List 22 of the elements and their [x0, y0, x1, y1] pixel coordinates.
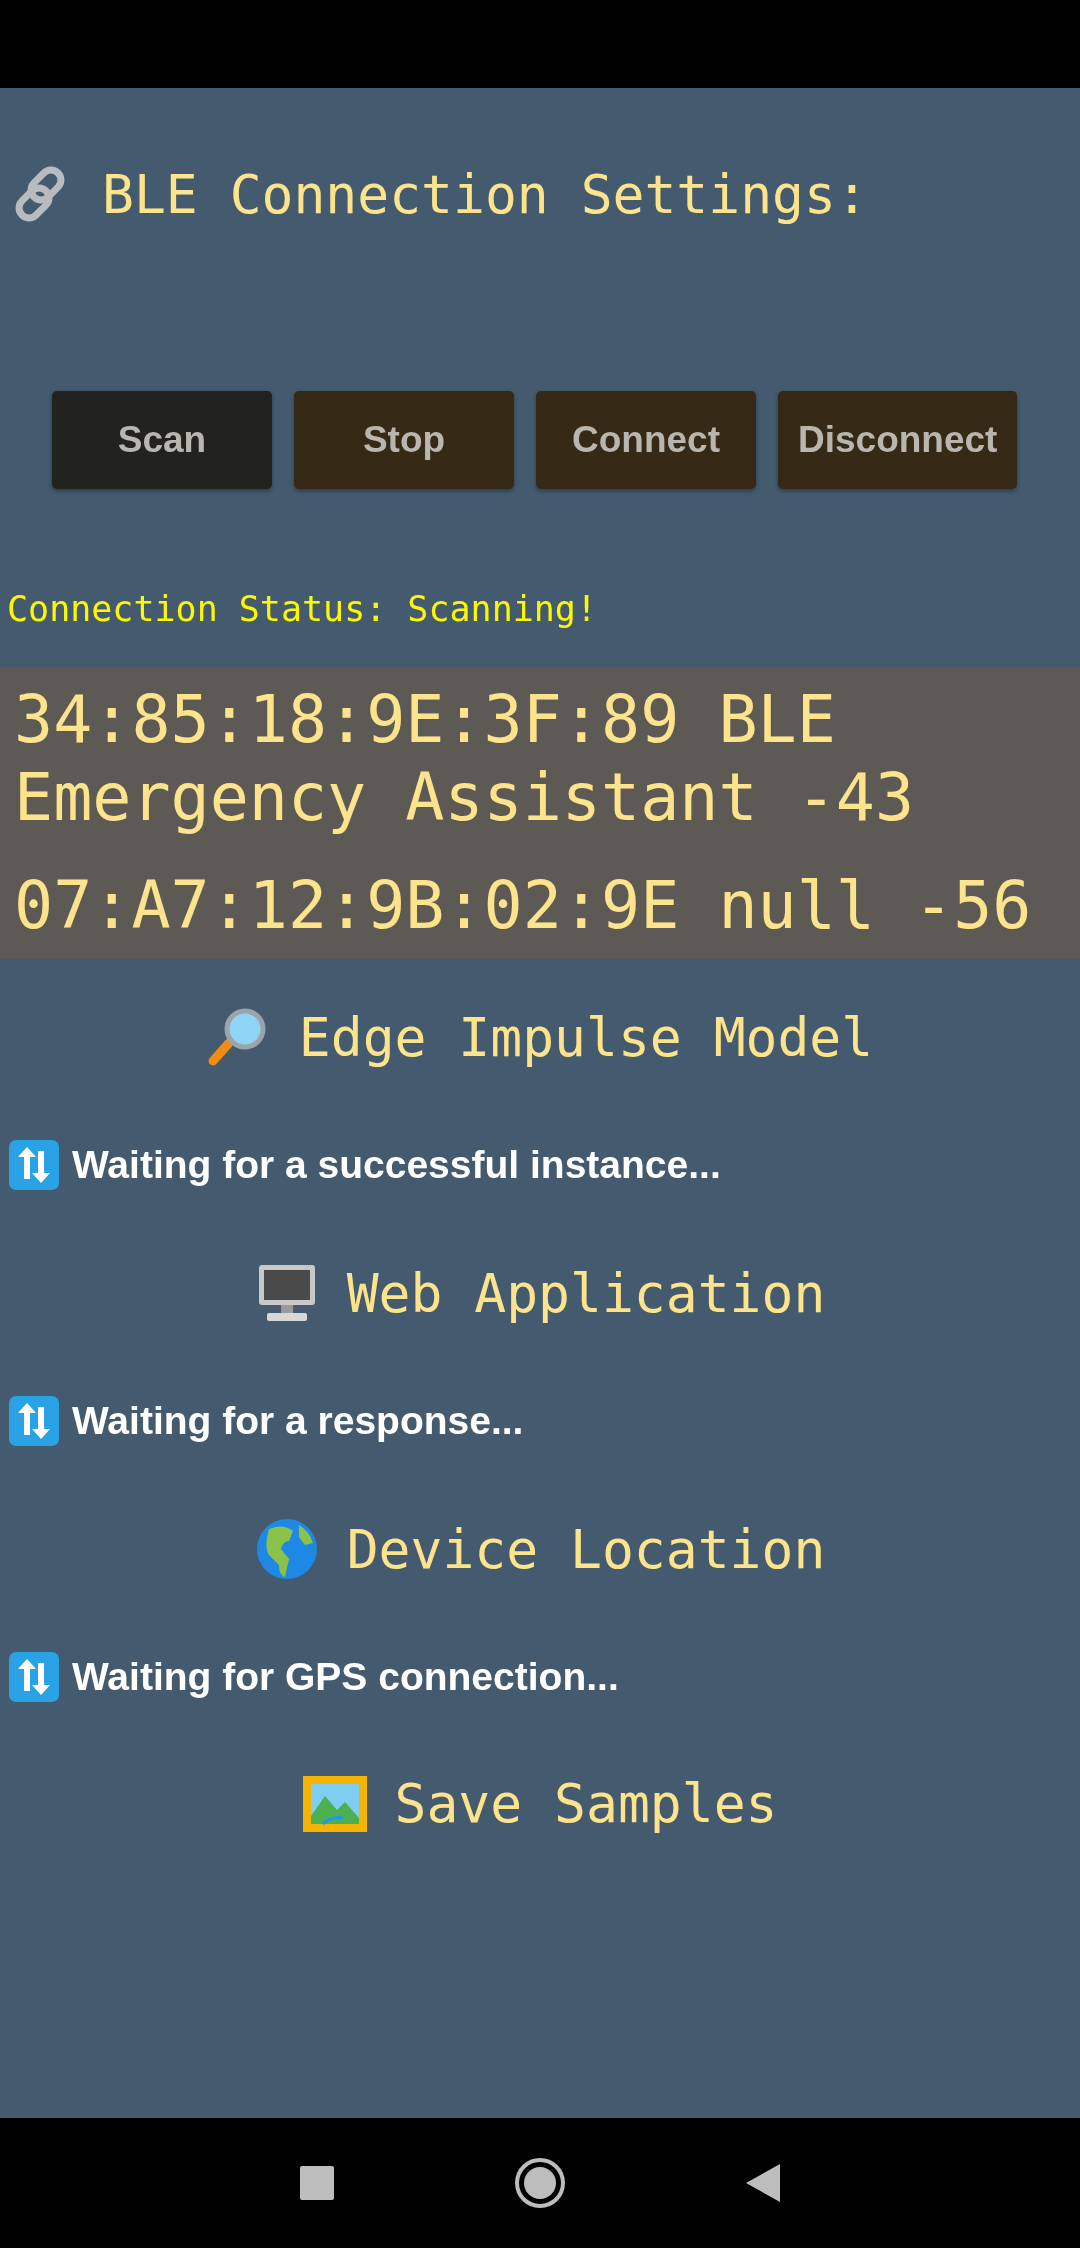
section-heading: BLE Connection Settings:	[102, 163, 868, 225]
refresh-icon	[8, 1651, 60, 1703]
status-message: Waiting for GPS connection...	[72, 1655, 619, 1699]
device-entry[interactable]: 07:A7:12:9B:02:9E null -56	[14, 867, 1080, 945]
framed-picture-icon	[302, 1775, 367, 1832]
refresh-icon	[8, 1395, 60, 1447]
home-button[interactable]	[514, 2157, 566, 2209]
globe-icon	[254, 1517, 319, 1581]
refresh-icon	[8, 1139, 60, 1191]
section-heading: Save Samples	[394, 1773, 778, 1834]
action-button[interactable]: Connect	[536, 391, 756, 489]
section-heading: Edge Impulse Model	[298, 1006, 874, 1068]
action-button[interactable]: Disconnect	[778, 391, 1018, 489]
back-button[interactable]	[746, 2164, 780, 2202]
section-heading: Web Application	[346, 1262, 826, 1324]
action-button[interactable]: Scan	[52, 391, 272, 489]
action-button[interactable]: Stop	[294, 391, 514, 489]
device-entry[interactable]: 34:85:18:9E:3F:89 BLE Emergency Assistant -43	[14, 681, 1080, 837]
connection-status: Connection Status: Scanning!	[6, 589, 598, 629]
section-heading: Device Location	[346, 1518, 826, 1580]
status-message: Waiting for a response...	[72, 1399, 524, 1443]
status-message: Waiting for a successful instance...	[72, 1143, 721, 1187]
